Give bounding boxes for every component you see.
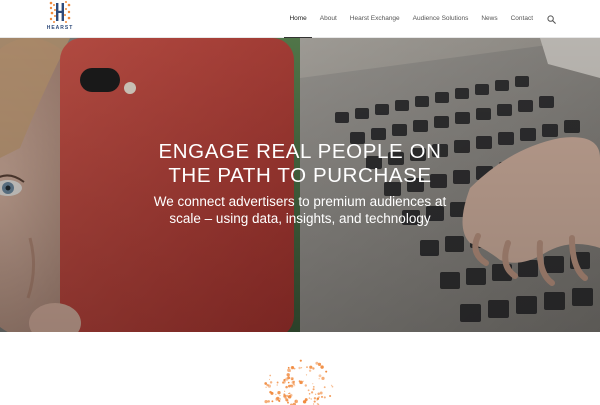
- nav-item-news[interactable]: News: [481, 0, 497, 38]
- hero-subtitle: We connect advertisers to premium audien…: [0, 193, 600, 227]
- search-icon[interactable]: [547, 14, 556, 24]
- site-header: HEARST Home About Hearst Exchange Audien…: [0, 0, 600, 38]
- hero-title-line-1: ENGAGE REAL PEOPLE ON: [158, 140, 442, 163]
- hero-subtitle-line-1: We connect advertisers to premium audien…: [153, 194, 447, 209]
- hero-banner: ENGAGE REAL PEOPLE ON THE PATH TO PURCHA…: [0, 38, 600, 332]
- nav-item-audience-solutions[interactable]: Audience Solutions: [413, 0, 469, 38]
- nav-item-home[interactable]: Home: [284, 0, 313, 38]
- logo-mark-icon: [48, 0, 72, 24]
- hero-subtitle-line-2: scale – using data, insights, and techno…: [169, 211, 431, 226]
- orange-burst-icon: [264, 359, 334, 405]
- nav-item-about[interactable]: About: [320, 0, 337, 38]
- hero-text: ENGAGE REAL PEOPLE ON THE PATH TO PURCHA…: [0, 140, 600, 227]
- nav-item-contact[interactable]: Contact: [511, 0, 533, 38]
- hero-title: ENGAGE REAL PEOPLE ON THE PATH TO PURCHA…: [0, 140, 600, 188]
- hero-title-line-2: THE PATH TO PURCHASE: [168, 164, 432, 187]
- main-nav: Home About Hearst Exchange Audience Solu…: [276, 0, 556, 38]
- nav-item-hearst-exchange[interactable]: Hearst Exchange: [350, 0, 400, 38]
- logo-wordmark: HEARST: [46, 25, 74, 31]
- hearst-logo[interactable]: HEARST: [44, 0, 76, 37]
